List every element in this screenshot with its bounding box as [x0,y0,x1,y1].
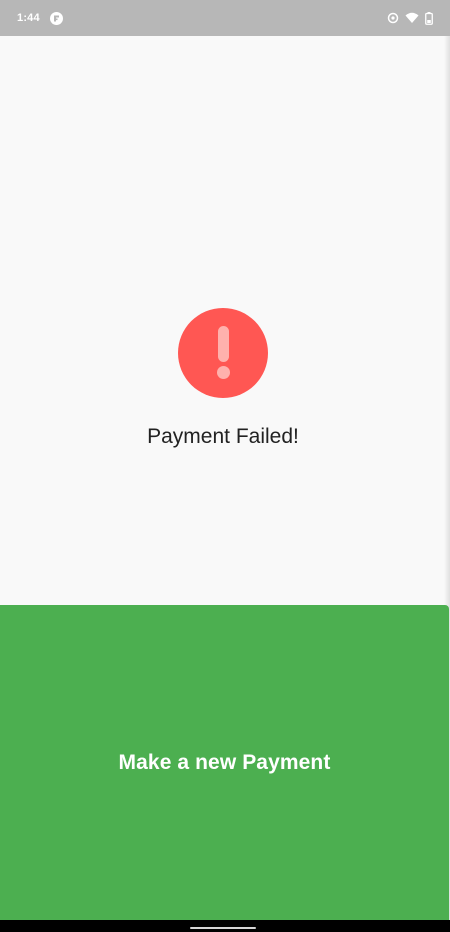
payment-status-message: Payment Failed! [147,425,299,448]
wifi-icon [405,12,419,24]
status-bar-left: 1:44 [17,11,63,25]
sync-icon [387,12,399,24]
home-gesture-handle[interactable] [190,927,256,929]
app-notification-icon [49,11,63,25]
exclamation-dot [217,366,230,379]
status-bar-right [387,11,433,25]
make-new-payment-button[interactable]: Make a new Payment [0,605,449,920]
status-time: 1:44 [17,12,40,24]
exclamation-bar [218,326,229,362]
navigation-bar [0,920,450,932]
payment-result-screen: 1:44 Payment Failed! Make a new Payment [0,0,450,932]
make-new-payment-label: Make a new Payment [118,750,331,774]
error-exclamation-icon [178,308,268,398]
battery-icon [425,11,433,25]
status-bar: 1:44 [0,0,450,36]
